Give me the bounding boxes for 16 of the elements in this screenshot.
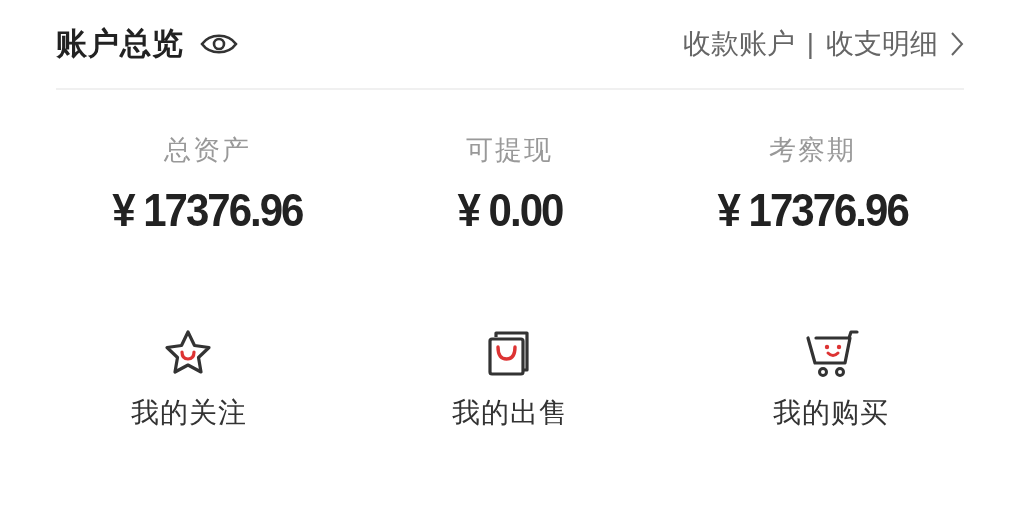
shortcut-button[interactable]: 我的出售 bbox=[349, 328, 671, 434]
account-link[interactable]: 收款账户 bbox=[682, 23, 795, 65]
chevron-right-icon[interactable] bbox=[950, 31, 964, 57]
details-link[interactable]: 收支明细 bbox=[826, 23, 938, 65]
stat-label: 总资产 bbox=[163, 134, 251, 167]
shopping-cart-icon bbox=[803, 328, 860, 378]
stat-label: 可提现 bbox=[466, 134, 554, 167]
shortcut-button[interactable]: 我的购买 bbox=[670, 328, 992, 434]
stat-label: 考察期 bbox=[769, 134, 857, 167]
stat-amount: ¥ 17376.96 bbox=[717, 183, 908, 239]
stat-amount: ¥ 17376.96 bbox=[112, 183, 303, 239]
section-title: 账户总览 bbox=[56, 24, 184, 63]
stat-amount: ¥ 0.00 bbox=[457, 183, 563, 239]
eye-icon[interactable] bbox=[200, 32, 238, 56]
separator: | bbox=[806, 27, 814, 61]
shortcut-button[interactable]: 我的关注 bbox=[28, 328, 350, 434]
